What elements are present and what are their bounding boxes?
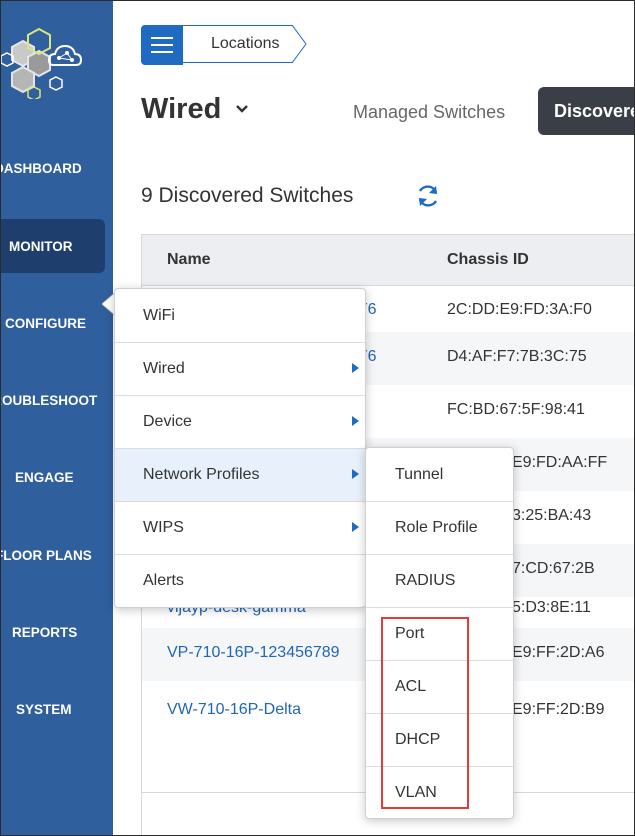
- table-header: Name Chassis ID: [142, 235, 634, 286]
- sidebar-item-engage[interactable]: ENGAGE: [1, 450, 113, 504]
- refresh-icon[interactable]: [414, 182, 442, 210]
- sidebar-item-floor-plans[interactable]: FLOOR PLANS: [1, 528, 113, 582]
- submenu-item-label: Tunnel: [395, 465, 444, 483]
- hamburger-icon: [151, 37, 173, 39]
- cloud-network-logo[interactable]: [1, 25, 83, 99]
- caret-right-icon: [352, 363, 359, 373]
- menu-item-wired[interactable]: Wired: [115, 342, 365, 395]
- column-header-chassis-id[interactable]: Chassis ID: [447, 251, 529, 269]
- switch-name-link[interactable]: VP-710-16P-123456789: [167, 644, 340, 662]
- tab-discovered[interactable]: Discovered: [538, 87, 634, 135]
- menu-item-label: WiFi: [143, 306, 175, 324]
- chevron-down-icon[interactable]: [234, 103, 250, 115]
- chassis-id: FC:BD:67:5F:98:41: [447, 401, 585, 418]
- submenu-item-role-profile[interactable]: Role Profile: [366, 501, 513, 554]
- caret-right-icon: [352, 416, 359, 426]
- chassis-id: E9:FF:2D:A6: [512, 644, 605, 661]
- chassis-id: E9:FF:2D:B9: [512, 701, 605, 718]
- chassis-id: 2C:DD:E9:FD:3A:F0: [447, 301, 592, 318]
- menu-item-alerts[interactable]: Alerts: [115, 554, 365, 607]
- sidebar-item-label: MONITOR: [9, 238, 73, 254]
- section-title: 9 Discovered Switches: [141, 184, 354, 207]
- menu-item-wips[interactable]: WIPS: [115, 501, 365, 554]
- sidebar-item-reports[interactable]: REPORTS: [1, 605, 113, 659]
- chassis-id: 3:25:BA:43: [512, 507, 592, 524]
- menu-item-network-profiles[interactable]: Network Profiles: [115, 448, 365, 501]
- sidebar-item-label: DASHBOARD: [1, 160, 82, 176]
- sidebar-item-troubleshoot[interactable]: TROUBLESHOOT: [1, 373, 113, 427]
- breadcrumb[interactable]: Locations: [183, 25, 293, 63]
- menu-item-wifi[interactable]: WiFi: [115, 289, 365, 342]
- sidebar-item-label: ENGAGE: [15, 469, 74, 485]
- submenu-item-label: RADIUS: [395, 572, 456, 589]
- app-window: DASHBOARD MONITOR CONFIGURE TROUBLESHOOT…: [0, 0, 635, 836]
- context-menu: WiFi Wired Device Network Profiles WIPS …: [114, 288, 366, 608]
- sidebar-item-configure[interactable]: CONFIGURE: [1, 296, 113, 350]
- caret-right-icon: [352, 522, 359, 532]
- sidebar-item-label: CONFIGURE: [5, 315, 86, 331]
- sidebar-item-dashboard[interactable]: DASHBOARD: [1, 141, 113, 195]
- chassis-id: 5:D3:8E:11: [512, 599, 591, 616]
- column-header-name[interactable]: Name: [167, 251, 211, 269]
- menu-item-label: Alerts: [143, 572, 184, 589]
- sidebar-item-label: TROUBLESHOOT: [1, 392, 98, 408]
- menu-item-label: Network Profiles: [143, 466, 260, 483]
- chassis-id: 7:CD:67:2B: [512, 560, 595, 577]
- chassis-id: D4:AF:F7:7B:3C:75: [447, 348, 587, 365]
- hamburger-menu-button[interactable]: [141, 25, 183, 65]
- page-title[interactable]: Wired: [141, 93, 221, 126]
- menu-item-label: Device: [143, 413, 192, 430]
- submenu-item-radius[interactable]: RADIUS: [366, 554, 513, 607]
- sidebar-item-monitor[interactable]: MONITOR: [1, 219, 105, 273]
- breadcrumb-label: Locations: [211, 35, 280, 52]
- annotation-highlight-box: [381, 617, 469, 809]
- sidebar: DASHBOARD MONITOR CONFIGURE TROUBLESHOOT…: [1, 1, 113, 835]
- menu-item-label: Wired: [143, 360, 185, 377]
- submenu-item-label: Role Profile: [395, 519, 478, 536]
- menu-item-label: WIPS: [143, 519, 184, 536]
- sidebar-item-system[interactable]: SYSTEM: [1, 682, 113, 736]
- sidebar-item-label: SYSTEM: [16, 701, 72, 717]
- menu-item-device[interactable]: Device: [115, 395, 365, 448]
- tab-managed-switches[interactable]: Managed Switches: [353, 102, 505, 123]
- chassis-id: E9:FD:AA:FF: [512, 454, 608, 471]
- sidebar-item-label: FLOOR PLANS: [1, 547, 92, 563]
- submenu-item-tunnel[interactable]: Tunnel: [366, 448, 513, 501]
- breadcrumb-arrow-icon: [292, 25, 307, 64]
- caret-right-icon: [352, 469, 359, 479]
- switch-name-link[interactable]: VW-710-16P-Delta: [167, 701, 301, 719]
- sidebar-item-label: REPORTS: [12, 624, 78, 640]
